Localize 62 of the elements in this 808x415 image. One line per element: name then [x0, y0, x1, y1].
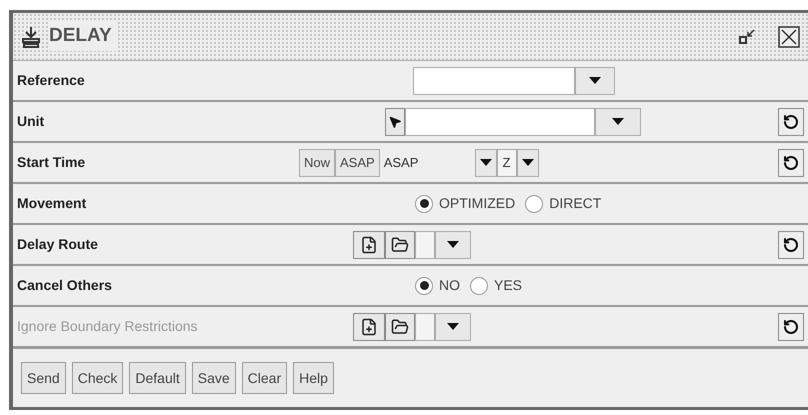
close-icon[interactable] — [778, 26, 800, 48]
time-button[interactable]: ASAP — [335, 148, 380, 176]
reset-icon — [783, 154, 799, 170]
route-field[interactable] — [415, 230, 435, 258]
route-field[interactable] — [415, 312, 435, 340]
caret-icon — [589, 77, 601, 84]
open-folder-button[interactable] — [385, 312, 415, 340]
open-folder-button[interactable] — [385, 230, 415, 258]
reference-field[interactable] — [413, 66, 575, 94]
field-label: Delay Route — [17, 235, 98, 254]
reset-icon — [783, 114, 799, 130]
field-label: Movement — [17, 194, 86, 213]
radio-label: DIRECT — [549, 194, 602, 213]
reset-button[interactable] — [778, 230, 804, 258]
pointer-icon — [388, 114, 402, 128]
action-button[interactable]: Clear — [242, 362, 288, 394]
radio-button[interactable] — [470, 276, 488, 294]
new-file-button[interactable] — [353, 312, 385, 340]
dropdown-button[interactable] — [516, 148, 538, 176]
reset-button[interactable] — [778, 148, 804, 176]
folder-icon — [391, 236, 409, 254]
dropdown-button[interactable] — [575, 66, 615, 94]
action-button[interactable]: Default — [129, 362, 186, 394]
caret-icon — [447, 241, 459, 248]
action-button[interactable]: Help — [293, 362, 334, 394]
caret-icon — [612, 118, 624, 125]
dropdown-button[interactable] — [474, 148, 496, 176]
zone-field[interactable]: Z — [496, 148, 516, 176]
action-button[interactable]: Send — [21, 362, 66, 394]
radio-label: OPTIMIZED — [439, 194, 516, 213]
window-title: DELAY — [49, 22, 116, 51]
caret-icon — [522, 159, 534, 166]
radio-button[interactable] — [415, 194, 433, 212]
caret-icon — [447, 323, 459, 330]
time-button[interactable]: Now — [299, 148, 336, 176]
field-label: Ignore Boundary Restrictions — [17, 317, 198, 336]
radio-button[interactable] — [415, 276, 433, 294]
reset-icon — [783, 318, 799, 334]
unit-field[interactable] — [405, 108, 595, 136]
action-button[interactable]: Check — [72, 362, 124, 394]
time-value: ASAP — [384, 154, 420, 172]
caret-icon — [480, 159, 492, 166]
dropdown-button[interactable] — [595, 108, 641, 136]
new-file-icon — [360, 236, 378, 254]
dropdown-button[interactable] — [435, 230, 471, 258]
radio-button[interactable] — [525, 194, 544, 212]
field-label: Start Time — [17, 153, 86, 172]
reset-button[interactable] — [778, 108, 804, 136]
pick-unit-button[interactable] — [385, 108, 405, 136]
action-button[interactable]: Save — [192, 362, 236, 394]
radio-label: YES — [494, 276, 522, 295]
field-label: Unit — [17, 112, 44, 131]
new-file-button[interactable] — [353, 230, 385, 258]
restore-icon[interactable] — [738, 28, 756, 46]
field-label: Cancel Others — [17, 276, 112, 295]
dropdown-button[interactable] — [435, 312, 471, 340]
folder-icon — [391, 318, 409, 336]
new-file-icon — [360, 318, 378, 336]
reset-icon — [783, 236, 799, 252]
stamp-icon — [21, 26, 41, 48]
field-label: Reference — [17, 71, 85, 90]
radio-label: NO — [439, 276, 460, 295]
